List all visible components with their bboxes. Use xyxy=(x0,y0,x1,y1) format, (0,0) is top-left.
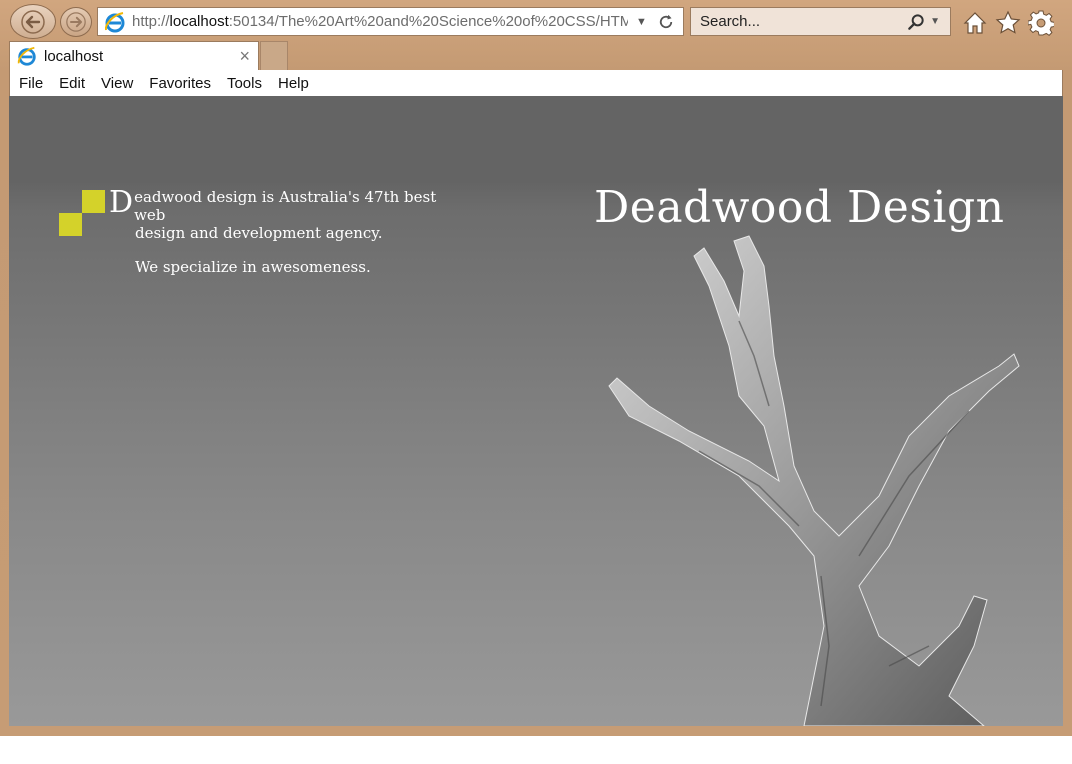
menu-edit[interactable]: Edit xyxy=(51,75,93,92)
search-box[interactable]: Search... ▼ xyxy=(690,7,951,36)
menu-favorites[interactable]: Favorites xyxy=(141,75,219,92)
menu-view[interactable]: View xyxy=(93,75,141,92)
logo-squares-icon xyxy=(59,190,105,236)
menu-tools[interactable]: Tools xyxy=(219,75,270,92)
intro-line-2: design and development agency. xyxy=(135,224,383,242)
tab-localhost[interactable]: localhost × xyxy=(9,41,259,70)
search-input[interactable]: Search... xyxy=(700,13,906,30)
page-content: Deadwood design is Australia's 47th best… xyxy=(9,96,1063,726)
intro-paragraph: Deadwood design is Australia's 47th best… xyxy=(109,185,469,225)
address-url[interactable]: http://localhost:50134/The%20Art%20and%2… xyxy=(132,13,628,30)
address-dropdown-icon[interactable]: ▼ xyxy=(636,16,647,28)
forward-arrow-icon xyxy=(66,12,86,32)
menu-bar: File Edit View Favorites Tools Help xyxy=(9,70,1063,96)
new-tab-button[interactable] xyxy=(260,41,288,70)
address-path: :50134/The%20Art%20and%20Science%20of%20… xyxy=(228,13,628,30)
tagline: We specialize in awesomeness. xyxy=(135,258,371,276)
intro-line-1: eadwood design is Australia's 47th best … xyxy=(134,188,437,224)
ie-logo-icon xyxy=(104,11,125,32)
settings-gear-icon[interactable] xyxy=(1028,10,1054,36)
menu-file[interactable]: File xyxy=(10,75,51,92)
intro-text: Deadwood design is Australia's 47th best… xyxy=(109,185,469,277)
favorites-star-icon[interactable] xyxy=(995,10,1021,36)
address-bar[interactable]: http://localhost:50134/The%20Art%20and%2… xyxy=(97,7,684,36)
forward-button[interactable] xyxy=(60,7,92,37)
dropcap: D xyxy=(109,185,134,220)
browser-window: http://localhost:50134/The%20Art%20and%2… xyxy=(0,0,1072,736)
ie-logo-icon xyxy=(17,46,36,66)
refresh-icon[interactable] xyxy=(657,13,675,31)
search-icon[interactable] xyxy=(906,12,926,32)
address-host: localhost xyxy=(169,13,229,30)
menu-help[interactable]: Help xyxy=(270,75,317,92)
home-icon[interactable] xyxy=(962,10,988,36)
back-arrow-icon xyxy=(21,9,45,34)
back-button[interactable] xyxy=(10,4,56,39)
close-icon[interactable]: × xyxy=(239,46,250,67)
dead-tree-image xyxy=(608,235,1020,726)
search-dropdown-icon[interactable]: ▼ xyxy=(930,16,940,27)
address-scheme: http:// xyxy=(132,13,170,30)
tab-label: localhost xyxy=(44,47,104,65)
